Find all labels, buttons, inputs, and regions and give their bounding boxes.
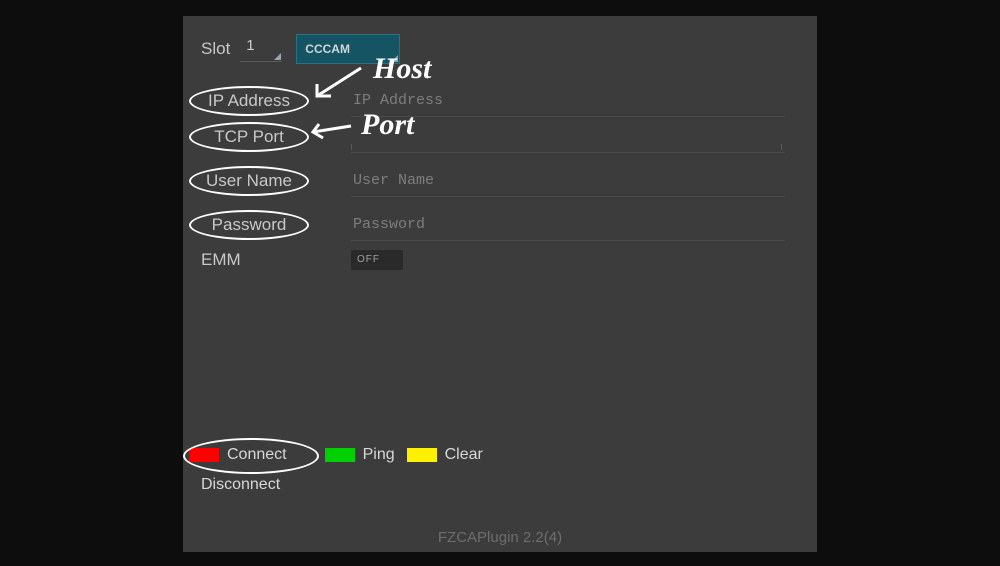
arrow-host-icon [307,62,367,104]
connect-label: Connect [227,446,287,464]
username-label-wrap: User Name [189,166,309,196]
settings-panel: Slot 1 CCCAM IP Address TCP Port User Na… [183,16,817,552]
arrow-port-icon [305,114,355,140]
tcp-port-label-wrap: TCP Port [189,122,309,152]
connect-button[interactable]: Connect [189,446,287,464]
annotation-host: Host [373,52,431,86]
slot-row: Slot 1 CCCAM [201,34,400,64]
password-label: Password [212,215,287,235]
ping-label: Ping [363,446,395,464]
tcp-port-input[interactable] [351,120,785,153]
action-row: Connect Ping Clear [189,446,483,464]
slot-label: Slot [201,39,230,59]
clear-button[interactable]: Clear [407,446,483,464]
ping-button[interactable]: Ping [325,446,395,464]
dropdown-triangle-icon [274,53,281,60]
password-label-wrap: Password [189,210,309,240]
clear-label: Clear [445,446,483,464]
username-input[interactable] [351,164,785,197]
ip-address-label-wrap: IP Address [189,86,309,116]
emm-toggle[interactable]: OFF [351,250,403,270]
emm-label: EMM [201,250,241,270]
emm-state: OFF [357,254,380,265]
tick-mark [781,144,782,150]
red-swatch-icon [189,448,219,462]
annotation-port: Port [361,108,414,142]
footer-version: FZCAPlugin 2.2(4) [183,529,817,546]
disconnect-label[interactable]: Disconnect [201,476,280,494]
slot-value: 1 [246,37,254,54]
slot-selector[interactable]: 1 [240,37,282,62]
yellow-swatch-icon [407,448,437,462]
password-input[interactable] [351,208,785,241]
protocol-value: CCCAM [305,42,350,56]
green-swatch-icon [325,448,355,462]
ip-address-label: IP Address [208,91,290,111]
tcp-port-label: TCP Port [214,127,284,147]
username-label: User Name [206,171,292,191]
tick-mark [351,144,352,150]
ip-address-input[interactable] [351,84,785,117]
